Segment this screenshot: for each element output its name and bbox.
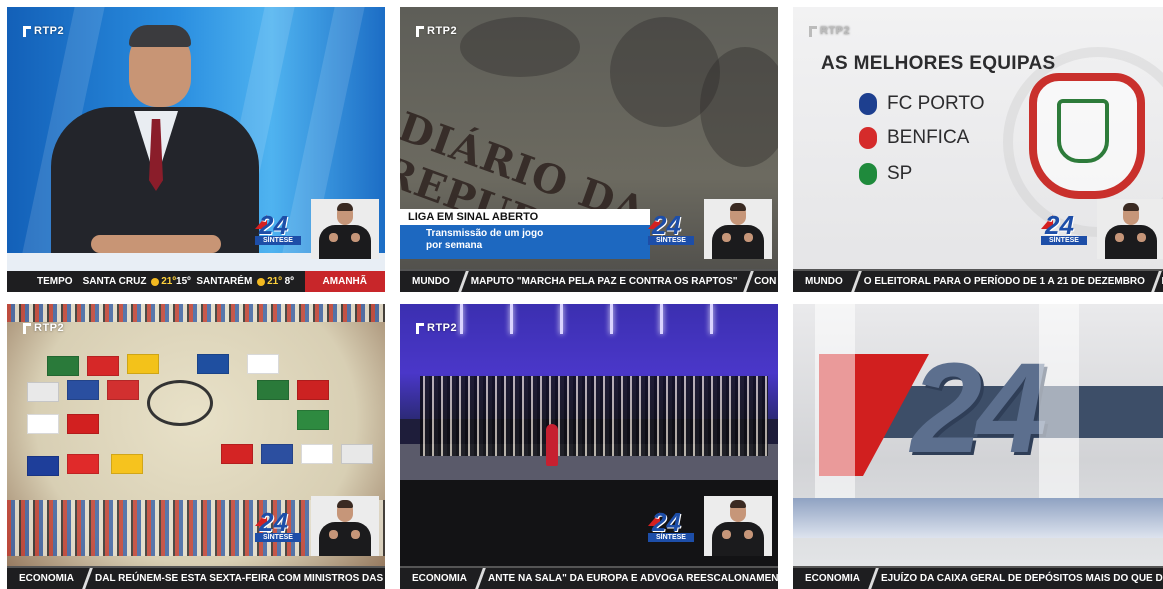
news-ticker: ECONOMIA ANTE NA SALA" DA EUROPA E ADVOG… bbox=[400, 566, 778, 589]
news-ticker: MUNDO O ELEITORAL PARA O PERÍODO DE 1 A … bbox=[793, 269, 1163, 292]
lower-third: LIGA EM SINAL ABERTO Transmissão de um j… bbox=[400, 209, 650, 259]
orchestra bbox=[420, 376, 768, 456]
news-ticker: MUNDO MAPUTO "MARCHA PELA PAZ E CONTRA O… bbox=[400, 269, 778, 292]
team-item: FC PORTO bbox=[859, 93, 984, 115]
24-sintese-badge: 24 SÍNTESE bbox=[648, 211, 694, 245]
news-ticker: ECONOMIA EJUÍZO DA CAIXA GERAL DE DEPÓSI… bbox=[793, 566, 1163, 589]
team-item: BENFICA bbox=[859, 127, 969, 149]
channel-logo: RTP2 bbox=[23, 322, 64, 334]
sun-icon bbox=[257, 277, 266, 286]
fc-porto-crest-icon bbox=[859, 93, 877, 115]
news-ticker: ECONOMIA DAL REÚNEM-SE ESTA SEXTA-FEIRA … bbox=[7, 566, 385, 589]
video-thumbnail-anchor[interactable]: RTP2 24 SÍNTESE TEMPO SANTA CRUZ 21º 15º S… bbox=[7, 7, 385, 292]
soloist bbox=[546, 424, 558, 466]
24-sintese-badge: 24 SÍNTESE bbox=[255, 211, 301, 245]
sign-language-interpreter bbox=[704, 199, 772, 259]
channel-logo: RTP2 bbox=[416, 322, 457, 334]
league-shield-icon bbox=[1029, 73, 1145, 199]
sign-language-interpreter bbox=[704, 496, 772, 556]
team-item: SP bbox=[859, 163, 912, 185]
sun-icon bbox=[151, 277, 160, 286]
24-sintese-badge: 24 SÍNTESE bbox=[1041, 211, 1087, 245]
weather-ticker: TEMPO SANTA CRUZ 21º 15º SANTARÉM 21º 8º … bbox=[7, 271, 385, 292]
sign-language-interpreter bbox=[311, 199, 379, 259]
graphic-title: AS MELHORES EQUIPAS bbox=[821, 53, 1056, 74]
24-sintese-badge: 24 SÍNTESE bbox=[255, 508, 301, 542]
channel-logo: RTP2 bbox=[416, 25, 457, 37]
sign-language-interpreter bbox=[1097, 199, 1163, 259]
video-thumbnail-orchestra[interactable]: RTP2 24 SÍNTESE ECONOMIA ANTE NA SALA" DA… bbox=[400, 304, 778, 589]
sign-language-interpreter bbox=[311, 496, 379, 556]
stage-circle bbox=[147, 380, 213, 426]
channel-logo: RTP2 bbox=[809, 25, 850, 37]
studio-24-logo: 24 bbox=[911, 337, 1047, 480]
video-thumbnail-newspaper[interactable]: DIÁRIO DA REPUBL RTP2 LIGA EM SINAL ABER… bbox=[400, 7, 778, 292]
video-thumbnail-studio[interactable]: 24 ECONOMIA EJUÍZO DA CAIXA GERAL DE DEP… bbox=[793, 304, 1163, 589]
24-sintese-badge: 24 SÍNTESE bbox=[648, 508, 694, 542]
sporting-crest-icon bbox=[859, 163, 877, 185]
benfica-crest-icon bbox=[859, 127, 877, 149]
channel-logo: RTP2 bbox=[23, 25, 64, 37]
video-thumbnail-flags[interactable]: RTP2 24 SÍNTESE ECONOMIA DAL REÚNEM-SE ES… bbox=[7, 304, 385, 589]
video-thumbnail-teams[interactable]: RTP2 AS MELHORES EQUIPAS FC PORTO BENFIC… bbox=[793, 7, 1163, 292]
